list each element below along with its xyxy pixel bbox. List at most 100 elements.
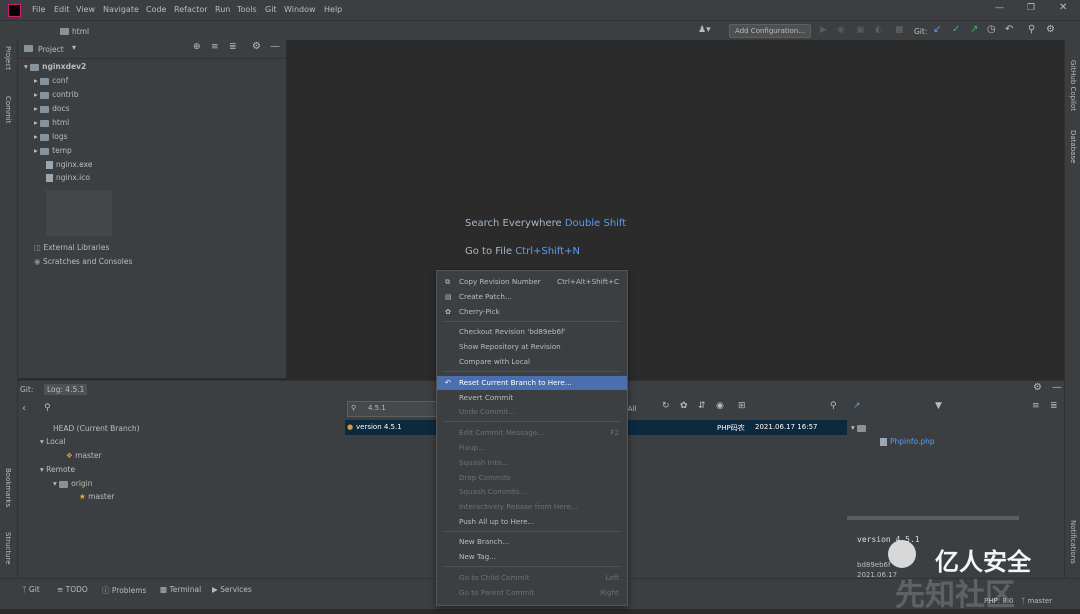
bookmarks-tool-tab[interactable]: Bookmarks	[4, 468, 12, 507]
search-icon[interactable]: ⚲	[1028, 24, 1035, 35]
settings-gear-icon[interactable]: ⚙	[1046, 24, 1055, 35]
restore-icon[interactable]: ❐	[1027, 3, 1035, 13]
tree-folder-docs[interactable]: ▸ docs	[34, 104, 70, 113]
menu-tools[interactable]: Tools	[237, 5, 257, 14]
changed-folder[interactable]: ▾	[851, 423, 869, 432]
menu-compare-with-local[interactable]: Compare with Local	[437, 355, 627, 369]
update-project-icon[interactable]: ↙	[933, 24, 941, 35]
git-panel-gear-icon[interactable]: ⚙	[1033, 382, 1042, 393]
log-tab[interactable]: Log: 4.5.1	[44, 384, 88, 395]
structure-tool-tab[interactable]: Structure	[4, 532, 12, 565]
details-scrollbar[interactable]	[847, 516, 1019, 520]
locate-icon[interactable]: ⊕	[193, 42, 201, 52]
git-panel-hide-icon[interactable]: —	[1052, 382, 1062, 393]
details-filter-icon[interactable]: ▼	[935, 401, 942, 411]
profile-icon[interactable]: ◐	[875, 25, 883, 35]
push-icon[interactable]: ↗	[970, 24, 978, 35]
log-search-icon[interactable]: ⚲	[830, 401, 837, 411]
menu-run[interactable]: Run	[215, 5, 230, 14]
branch-group-local[interactable]: ▾ Local	[40, 437, 66, 446]
tree-folder-temp[interactable]: ▸ temp	[34, 146, 72, 155]
branch-remote-origin[interactable]: ▾ origin	[53, 479, 93, 488]
menu-new-branch[interactable]: New Branch...	[437, 535, 627, 549]
details-diff-icon[interactable]: ↗	[853, 401, 861, 411]
tree-file-ico[interactable]: nginx.ico	[46, 173, 90, 182]
log-filter-input[interactable]: ⚲ 4.5.1	[347, 401, 439, 417]
menu-create-patch[interactable]: ▤ Create Patch...	[437, 290, 627, 304]
expand-all-icon[interactable]: ≡	[211, 42, 219, 52]
menu-code[interactable]: Code	[146, 5, 166, 14]
git-tool-button[interactable]: ᛉ Git	[22, 585, 40, 594]
commit-tool-tab[interactable]: Commit	[4, 96, 12, 124]
collapse-details-icon[interactable]: ≣	[1050, 401, 1058, 411]
menu-reset-current-branch[interactable]: ↶ Reset Current Branch to Here...	[437, 376, 627, 390]
tree-folder-conf[interactable]: ▸ conf	[34, 76, 68, 85]
minimize-icon[interactable]: —	[995, 3, 1004, 13]
rollback-icon[interactable]: ↶	[1005, 24, 1013, 35]
branch-head[interactable]: HEAD (Current Branch)	[53, 424, 140, 433]
menu-push-all-up-to-here[interactable]: Push All up to Here...	[437, 515, 627, 529]
menu-separator	[443, 371, 621, 372]
menu-navigate[interactable]: Navigate	[103, 5, 139, 14]
run-icon[interactable]: ▶	[820, 25, 827, 35]
user-icon[interactable]: ♟▾	[698, 25, 711, 35]
menu-window[interactable]: Window	[284, 5, 316, 14]
menu-checkout-revision[interactable]: Checkout Revision 'bd89eb6f'	[437, 325, 627, 339]
stop-icon[interactable]: ■	[895, 25, 904, 35]
new-tab-icon[interactable]: ⊞	[738, 401, 746, 411]
menu-edit[interactable]: Edit	[54, 5, 70, 14]
scratches-and-consoles[interactable]: ◉ Scratches and Consoles	[34, 257, 132, 266]
database-tool-tab[interactable]: Database	[1069, 130, 1077, 163]
add-configuration-button[interactable]: Add Configuration...	[729, 24, 811, 38]
changed-file[interactable]: Phpinfo.php	[880, 437, 935, 446]
menu-item-label: Fixup...	[459, 443, 485, 452]
services-tool-button[interactable]: ▶ Services	[212, 585, 252, 594]
refresh-icon[interactable]: ↻	[662, 401, 670, 411]
tree-folder-contrib[interactable]: ▸ contrib	[34, 90, 79, 99]
project-panel-title[interactable]: Project	[38, 45, 64, 54]
external-libraries[interactable]: ◫ External Libraries	[34, 243, 109, 252]
menu-show-repository[interactable]: Show Repository at Revision	[437, 340, 627, 354]
menu-copy-revision-number[interactable]: ⧉ Copy Revision Number Ctrl+Alt+Shift+C	[437, 275, 627, 289]
cherry-pick-icon[interactable]: ✿	[680, 401, 688, 411]
coverage-icon[interactable]: ▣	[856, 25, 865, 35]
menu-git[interactable]: Git	[265, 5, 277, 14]
branch-search-icon[interactable]: ⚲	[44, 403, 51, 413]
history-icon[interactable]: ◷	[987, 24, 996, 35]
tree-folder-logs[interactable]: ▸ logs	[34, 132, 68, 141]
commit-icon[interactable]: ✓	[952, 24, 960, 35]
branch-group-remote[interactable]: ▾ Remote	[40, 465, 75, 474]
menu-new-tag[interactable]: New Tag...	[437, 550, 627, 564]
chevron-down-icon[interactable]: ▾	[72, 43, 76, 52]
menu-refactor[interactable]: Refactor	[174, 5, 208, 14]
tree-root-row[interactable]: ▾ nginxdev2	[24, 62, 86, 71]
close-icon[interactable]: ✕	[1059, 2, 1067, 13]
view-icon[interactable]: ◉	[716, 401, 724, 411]
collapse-branches-icon[interactable]: ‹	[22, 403, 26, 414]
menu-view[interactable]: View	[76, 5, 95, 14]
problems-tool-button[interactable]: ⓘ Problems	[102, 585, 146, 596]
todo-tool-button[interactable]: ≡ TODO	[57, 585, 88, 594]
notifications-tool-tab[interactable]: Notifications	[1069, 520, 1077, 564]
terminal-tool-button[interactable]: ▩ Terminal	[160, 585, 201, 594]
menu-help[interactable]: Help	[324, 5, 342, 14]
current-branch[interactable]: ᛉ master	[1021, 597, 1052, 605]
sort-icon[interactable]: ⇵	[698, 401, 706, 411]
tree-file-exe[interactable]: nginx.exe	[46, 160, 92, 169]
menu-file[interactable]: File	[32, 5, 45, 14]
debug-icon[interactable]: ◉	[837, 25, 845, 35]
folder-label: html	[52, 118, 70, 127]
panel-gear-icon[interactable]: ⚙	[252, 41, 261, 52]
tree-folder-html[interactable]: ▸ html	[34, 118, 69, 127]
menu-cherry-pick[interactable]: ✿ Cherry-Pick	[437, 305, 627, 319]
breadcrumb[interactable]: html	[72, 27, 89, 36]
expand-details-icon[interactable]: ≡	[1032, 401, 1040, 411]
collapse-all-icon[interactable]: ≣	[229, 42, 237, 52]
branch-origin-master[interactable]: ★ master	[79, 492, 115, 501]
menu-separator	[443, 566, 621, 567]
branch-local-master[interactable]: ❖ master	[66, 451, 102, 460]
project-tool-tab[interactable]: Project	[4, 46, 12, 70]
menu-revert-commit[interactable]: Revert Commit	[437, 391, 627, 405]
copilot-tool-tab[interactable]: GitHub Copilot	[1069, 60, 1077, 111]
hide-panel-icon[interactable]: —	[270, 41, 280, 52]
